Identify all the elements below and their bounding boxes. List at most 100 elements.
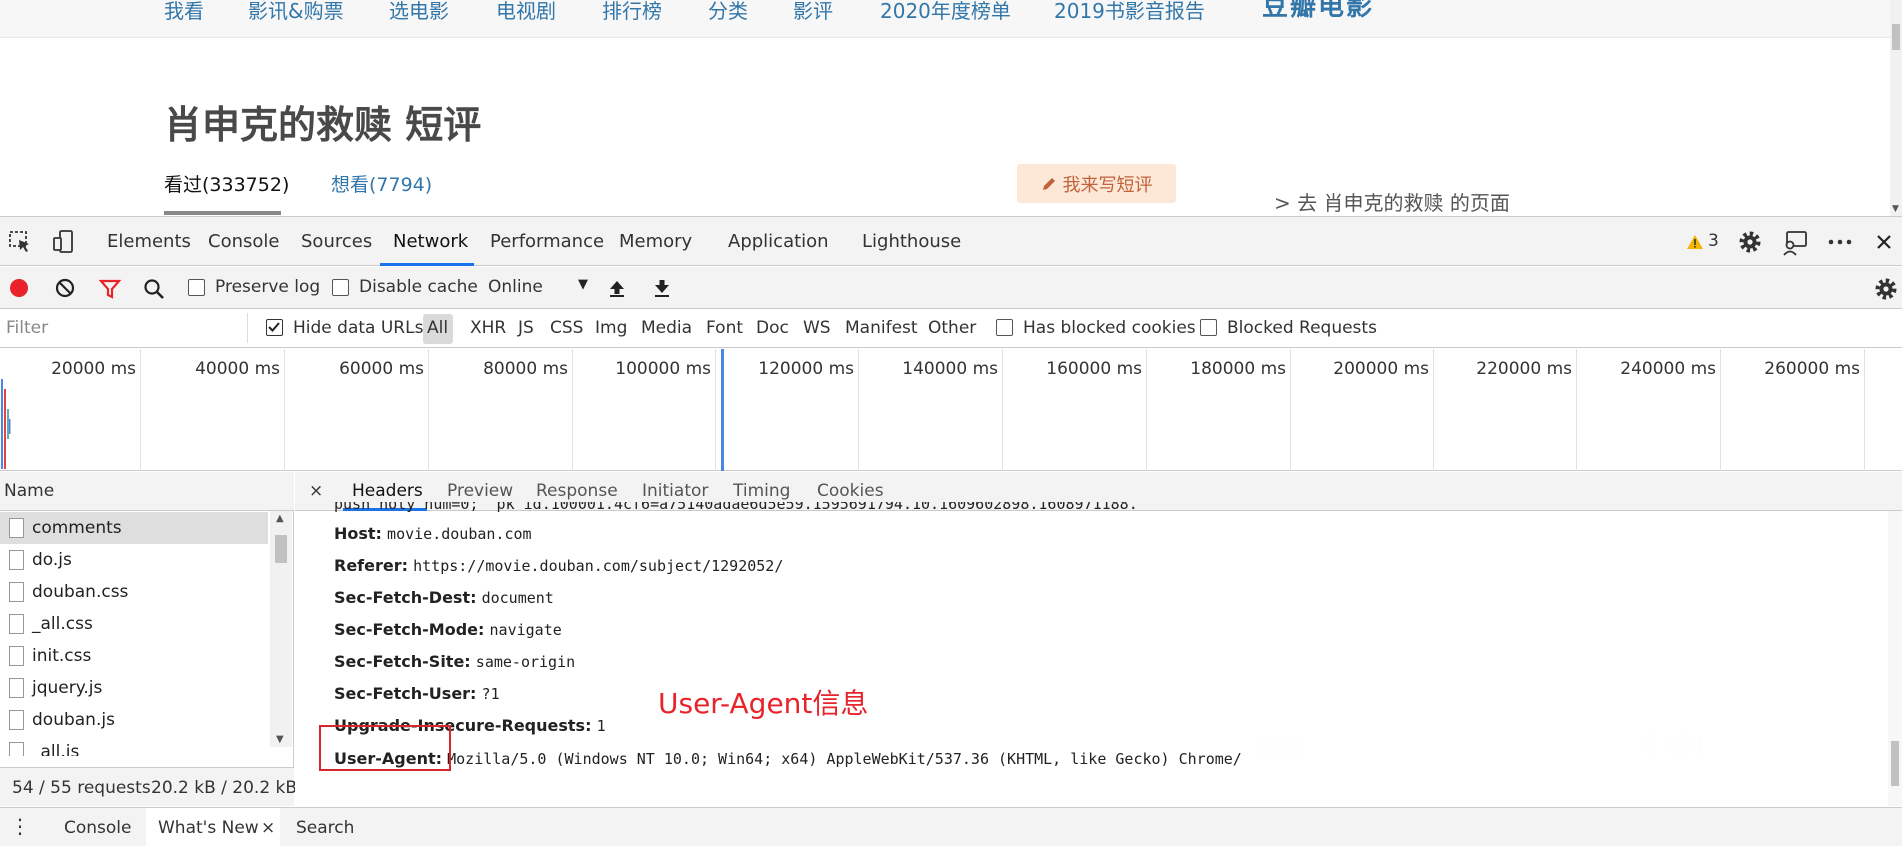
script-file-icon — [9, 710, 24, 730]
nav-item-reviews[interactable]: 影评 — [793, 0, 833, 24]
inspect-element-icon[interactable] — [8, 230, 32, 254]
tab-headers[interactable]: Headers — [352, 481, 423, 501]
warning-count[interactable]: 3 — [1708, 231, 1719, 251]
scroll-down-icon[interactable]: ▼ — [1892, 204, 1899, 214]
filter-type-other[interactable]: Other — [928, 318, 976, 338]
detail-scrollbar-thumb[interactable] — [1891, 741, 1899, 786]
nav-item-tv[interactable]: 电视剧 — [496, 0, 556, 24]
request-row-comments[interactable]: comments — [0, 512, 268, 544]
request-list-scrollbar[interactable]: ▲ ▼ — [270, 511, 292, 747]
search-icon[interactable] — [143, 278, 165, 300]
filter-type-xhr[interactable]: XHR — [470, 318, 506, 338]
disable-cache-checkbox[interactable] — [332, 279, 349, 296]
nav-item-2019-report[interactable]: 2019书影音报告 — [1054, 0, 1205, 24]
import-har-icon[interactable] — [607, 278, 627, 298]
goto-movie-page-link[interactable]: > 去 肖申克的救赎 的页面 — [1274, 187, 1510, 216]
warning-icon[interactable] — [1686, 234, 1704, 250]
tab-lighthouse[interactable]: Lighthouse — [862, 231, 961, 252]
close-detail-icon[interactable]: × — [309, 481, 323, 501]
gear-icon[interactable] — [1738, 230, 1762, 254]
timeline-label: 240000 ms — [1620, 359, 1716, 379]
brand-logo[interactable]: 豆瓣电影 — [1262, 0, 1374, 23]
nav-item-tickets[interactable]: 影讯&购票 — [248, 0, 344, 24]
filter-type-css[interactable]: CSS — [550, 318, 583, 338]
nav-item-categories[interactable]: 分类 — [708, 0, 748, 24]
close-drawer-tab-icon[interactable]: × — [261, 818, 275, 838]
hide-data-urls-checkbox[interactable] — [266, 319, 283, 336]
dropdown-arrow-icon[interactable]: ▼ — [578, 277, 588, 292]
header-value-cookie-partial: push_noty_num=0; _pk_id.100001.4cf6=a751… — [334, 502, 1138, 512]
tab-cookies[interactable]: Cookies — [817, 481, 884, 501]
nav-item-mine[interactable]: 我看 — [164, 0, 204, 24]
network-overview-timeline[interactable]: 20000 ms 40000 ms 60000 ms 80000 ms 1000… — [0, 349, 1902, 471]
request-name: _all.js — [32, 742, 80, 756]
nav-item-pick-movie[interactable]: 选电影 — [389, 0, 449, 24]
timeline-label: 260000 ms — [1764, 359, 1860, 379]
filter-icon[interactable] — [99, 279, 121, 299]
scroll-down-icon[interactable]: ▼ — [276, 734, 284, 745]
device-toolbar-icon[interactable] — [52, 229, 76, 255]
timeline-label: 80000 ms — [483, 359, 568, 379]
preserve-log-checkbox[interactable] — [188, 279, 205, 296]
timeline-label: 100000 ms — [615, 359, 711, 379]
close-devtools-icon[interactable] — [1876, 234, 1892, 250]
request-row-init-css[interactable]: init.css — [0, 640, 268, 672]
filter-type-media[interactable]: Media — [641, 318, 692, 338]
blocked-requests-checkbox[interactable] — [1200, 319, 1217, 336]
scroll-up-icon[interactable]: ▲ — [276, 513, 284, 524]
tab-performance[interactable]: Performance — [490, 231, 604, 252]
filter-type-all[interactable]: All — [427, 318, 448, 338]
tab-application[interactable]: Application — [728, 231, 829, 252]
name-column-header[interactable]: Name — [0, 472, 294, 511]
request-row-douban-js[interactable]: douban.js — [0, 704, 268, 736]
network-settings-gear-icon[interactable] — [1874, 277, 1898, 301]
nav-item-2020-list[interactable]: 2020年度榜单 — [880, 0, 1011, 24]
disable-cache-label: Disable cache — [359, 277, 478, 297]
detail-scrollbar[interactable] — [1888, 511, 1902, 806]
filter-type-js[interactable]: JS — [518, 318, 534, 338]
write-review-button[interactable]: 我来写短评 — [1017, 164, 1176, 203]
header-key: Sec-Fetch-Mode: — [334, 620, 485, 639]
timeline-cursor-marker[interactable] — [721, 349, 724, 471]
drawer-tab-whats-new[interactable]: What's New — [158, 818, 259, 838]
drawer-tab-console[interactable]: Console — [64, 818, 132, 838]
page-scrollbar[interactable]: ▼ — [1890, 0, 1902, 216]
export-har-icon[interactable] — [652, 278, 672, 298]
tab-network[interactable]: Network — [393, 231, 468, 252]
filter-type-manifest[interactable]: Manifest — [845, 318, 918, 338]
request-list-scrollbar-thumb[interactable] — [275, 535, 287, 563]
filter-type-doc[interactable]: Doc — [756, 318, 789, 338]
clear-icon[interactable] — [55, 278, 75, 298]
header-value: same-origin — [475, 653, 576, 671]
tab-initiator[interactable]: Initiator — [642, 481, 708, 501]
request-row-all-css[interactable]: _all.css — [0, 608, 268, 640]
tab-seen[interactable]: 看过(333752) — [164, 170, 289, 197]
drawer-tab-search[interactable]: Search — [296, 818, 354, 838]
request-row-douban-css[interactable]: douban.css — [0, 576, 268, 608]
drawer-menu-icon[interactable]: ⋮ — [10, 814, 30, 838]
request-row-jquery-js[interactable]: jquery.js — [0, 672, 268, 704]
throttling-select[interactable]: Online — [488, 277, 543, 297]
nav-item-charts[interactable]: 排行榜 — [602, 0, 662, 24]
record-icon[interactable] — [9, 278, 29, 298]
filter-type-font[interactable]: Font — [706, 318, 743, 338]
tab-response[interactable]: Response — [536, 481, 618, 501]
tab-want[interactable]: 想看(7794) — [331, 170, 432, 197]
tab-console[interactable]: Console — [208, 231, 279, 252]
request-row-all-js[interactable]: _all.js — [0, 736, 268, 756]
header-key: Sec-Fetch-Site: — [334, 652, 471, 671]
request-row-do-js[interactable]: do.js — [0, 544, 268, 576]
feedback-icon[interactable] — [1782, 230, 1808, 256]
more-options-icon[interactable] — [1828, 239, 1852, 245]
has-blocked-cookies-checkbox[interactable] — [996, 319, 1013, 336]
stylesheet-file-icon — [9, 582, 24, 602]
tab-sources[interactable]: Sources — [301, 231, 372, 252]
tab-preview[interactable]: Preview — [447, 481, 513, 501]
tab-timing[interactable]: Timing — [733, 481, 790, 501]
filter-type-ws[interactable]: WS — [803, 318, 831, 338]
tab-memory[interactable]: Memory — [619, 231, 692, 252]
filter-type-img[interactable]: Img — [595, 318, 627, 338]
page-scrollbar-thumb[interactable] — [1892, 24, 1900, 50]
filter-input[interactable] — [0, 313, 248, 343]
tab-elements[interactable]: Elements — [107, 231, 191, 252]
